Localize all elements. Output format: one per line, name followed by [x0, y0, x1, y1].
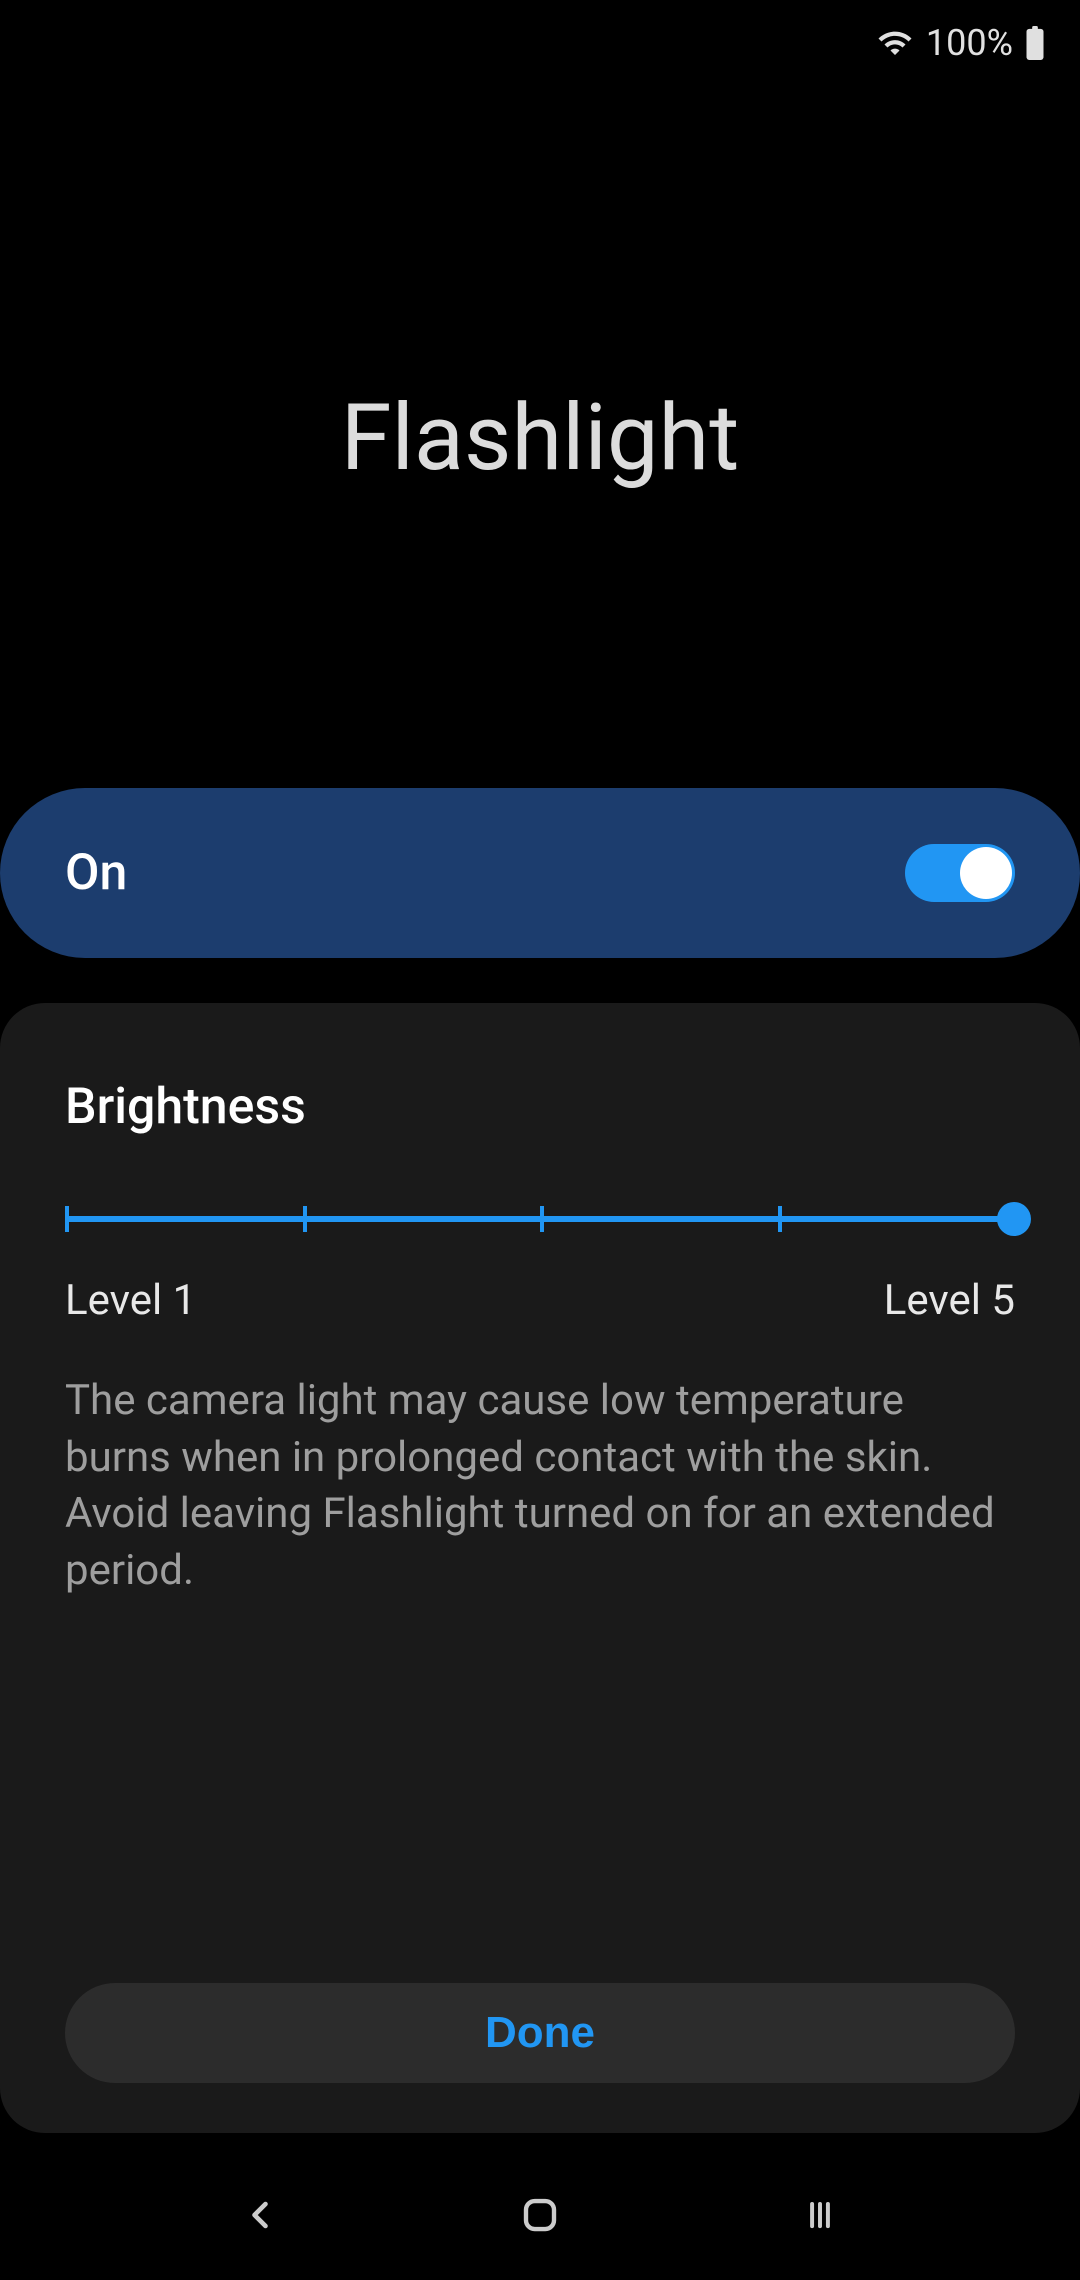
slider-thumb[interactable] [997, 1202, 1031, 1236]
toggle-label: On [65, 844, 127, 902]
slider-tick [540, 1206, 544, 1232]
slider-tick [778, 1206, 782, 1232]
slider-tick [65, 1206, 69, 1232]
level-labels: Level 1 Level 5 [65, 1276, 1015, 1325]
wifi-icon [876, 24, 914, 62]
battery-icon [1025, 25, 1045, 61]
status-bar: 100% [0, 0, 1080, 85]
flashlight-toggle-card[interactable]: On [0, 788, 1080, 958]
max-level-label: Level 5 [884, 1276, 1015, 1325]
home-button[interactable] [510, 2185, 570, 2245]
warning-text: The camera light may cause low temperatu… [65, 1373, 1015, 1600]
page-title: Flashlight [0, 385, 1080, 492]
back-button[interactable] [230, 2185, 290, 2245]
recent-apps-button[interactable] [790, 2185, 850, 2245]
done-button[interactable]: Done [65, 1983, 1015, 2083]
slider-tick [303, 1206, 307, 1232]
battery-percent-label: 100% [926, 22, 1013, 64]
navigation-bar [0, 2150, 1080, 2280]
min-level-label: Level 1 [65, 1276, 196, 1325]
flashlight-toggle-switch[interactable] [905, 844, 1015, 902]
done-button-label: Done [485, 2008, 595, 2058]
brightness-title: Brightness [65, 1078, 1015, 1136]
brightness-card: Brightness Level 1 Level 5 The camera li… [0, 1003, 1080, 2133]
toggle-thumb [960, 847, 1012, 899]
brightness-slider[interactable] [65, 1196, 1015, 1246]
